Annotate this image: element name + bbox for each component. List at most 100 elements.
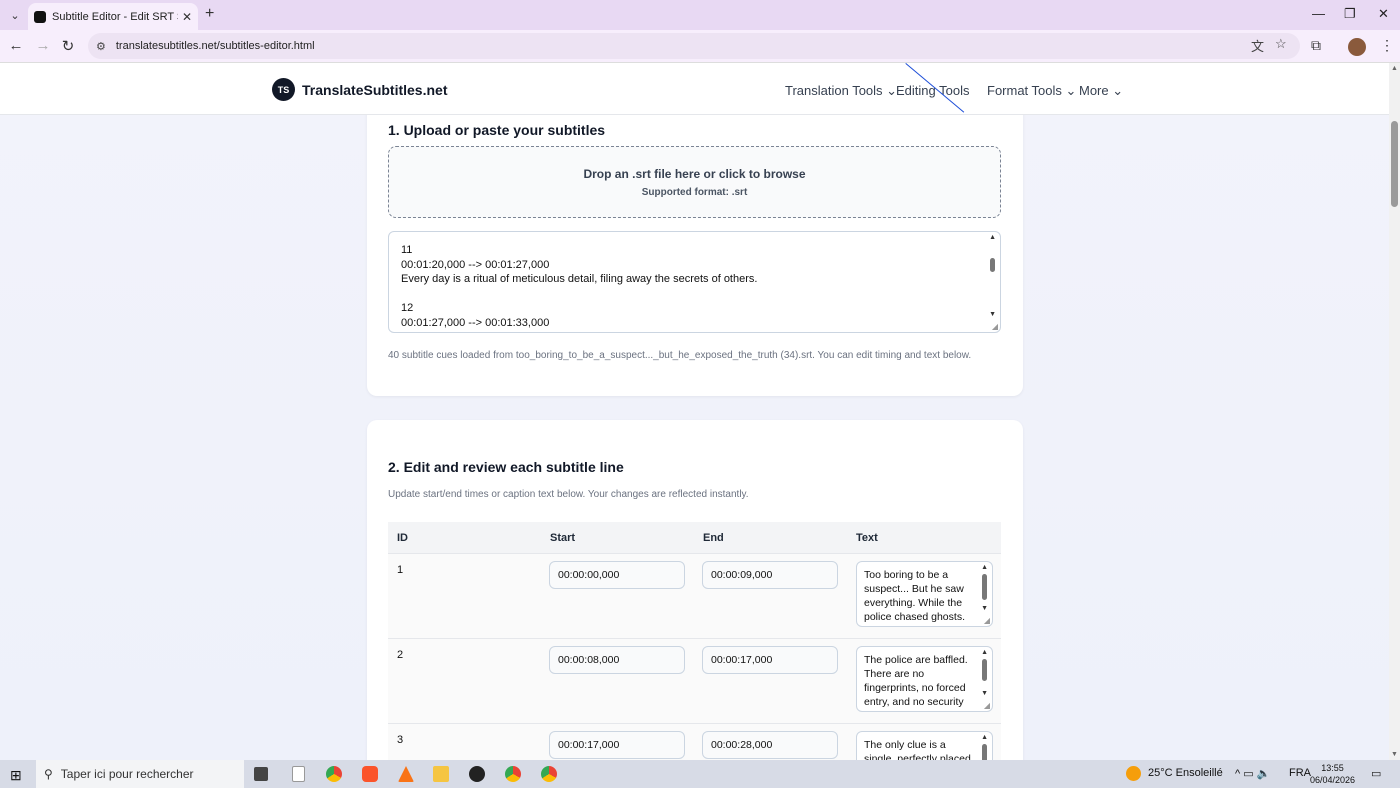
- caption-textarea[interactable]: Too boring to be a suspect... But he saw…: [856, 561, 993, 627]
- whatsapp-icon[interactable]: [469, 766, 485, 782]
- close-window-icon[interactable]: ✕: [1378, 6, 1389, 22]
- caption-scroll-thumb[interactable]: [982, 659, 987, 681]
- start-time-input[interactable]: [549, 731, 685, 759]
- page-viewport: TS TranslateSubtitles.net Translation To…: [0, 63, 1389, 760]
- page-scroll-down-icon[interactable]: ▼: [1391, 751, 1398, 758]
- scroll-down-icon[interactable]: ▼: [981, 690, 988, 697]
- end-time-input[interactable]: [702, 646, 838, 674]
- scroll-up-icon[interactable]: ▲: [981, 734, 988, 741]
- header-start: Start: [550, 532, 576, 544]
- header-text: Text: [856, 532, 878, 544]
- language-indicator[interactable]: FRA: [1289, 767, 1311, 779]
- clock-date: 06/04/2026: [1310, 775, 1356, 785]
- reload-icon[interactable]: ↻: [58, 37, 78, 55]
- srt-textarea[interactable]: 11 00:01:20,000 --> 00:01:27,000 Every d…: [388, 231, 1001, 333]
- srt-line: 12: [401, 302, 414, 315]
- resize-handle-icon[interactable]: ◢: [992, 322, 998, 331]
- caption-textarea[interactable]: The only clue is a single, perfectly pla…: [856, 731, 993, 760]
- resize-handle-icon[interactable]: ◢: [984, 616, 990, 625]
- row-id: 3: [397, 734, 404, 746]
- browser-tabstrip: ⌄ Subtitle Editor - Edit SRT Subtitles ✕…: [0, 0, 1400, 30]
- forward-icon[interactable]: →: [33, 37, 53, 54]
- weather-sun-icon[interactable]: [1126, 766, 1141, 781]
- scroll-up-icon[interactable]: ▲: [981, 564, 988, 571]
- site-info-icon[interactable]: ⚙: [96, 40, 106, 53]
- task-view-icon[interactable]: [254, 767, 268, 781]
- end-time-input[interactable]: [702, 561, 838, 589]
- chrome-profile-icon[interactable]: [505, 766, 521, 782]
- scroll-up-icon[interactable]: ▲: [981, 649, 988, 656]
- dropzone-label: Drop an .srt file here or click to brows…: [583, 167, 806, 181]
- editor-title: 2. Edit and review each subtitle line: [388, 459, 624, 475]
- clock-time: 13:55: [1321, 763, 1344, 773]
- url-text: translatesubtitles.net/subtitles-editor.…: [115, 40, 315, 52]
- start-time-input[interactable]: [549, 646, 685, 674]
- vlc-icon[interactable]: [398, 766, 414, 782]
- resize-handle-icon[interactable]: ◢: [984, 701, 990, 710]
- browser-toolbar: ← → ↻ ⚙ translatesubtitles.net/subtitles…: [0, 30, 1400, 63]
- nav-translation-tools[interactable]: Translation Tools ⌄: [785, 83, 897, 99]
- srt-line: 00:01:20,000 --> 00:01:27,000: [401, 258, 550, 271]
- weather-text[interactable]: 25°C Ensoleillé: [1148, 767, 1223, 779]
- back-icon[interactable]: ←: [6, 37, 26, 54]
- tray-icons[interactable]: ^ ▭ 🔈: [1235, 767, 1270, 780]
- taskbar-search[interactable]: ⚲ Taper ici pour rechercher: [36, 760, 244, 788]
- scroll-up-icon[interactable]: ▲: [989, 234, 996, 241]
- browser-menu-icon[interactable]: ⋮: [1380, 37, 1394, 54]
- caption-text: Too boring to be a suspect... But he saw…: [864, 569, 965, 623]
- new-tab-icon[interactable]: +: [205, 5, 214, 23]
- tab-search-icon[interactable]: ⌄: [6, 6, 24, 24]
- windows-start-icon[interactable]: ⊞: [10, 767, 22, 784]
- address-bar[interactable]: ⚙ translatesubtitles.net/subtitles-edito…: [88, 33, 1300, 59]
- profile-avatar[interactable]: [1348, 38, 1366, 56]
- end-time-input[interactable]: [702, 731, 838, 759]
- caption-scroll-thumb[interactable]: [982, 744, 987, 760]
- scroll-down-icon[interactable]: ▼: [981, 605, 988, 612]
- dropzone-format: Supported format: .srt: [641, 187, 748, 198]
- translate-icon[interactable]: 文: [1251, 36, 1264, 55]
- file-explorer-icon[interactable]: [433, 766, 449, 782]
- subtitle-table: ID Start End Text 1 Too boring to be a s…: [388, 522, 1001, 760]
- caption-scroll-thumb[interactable]: [982, 574, 987, 600]
- taskbar-search-placeholder: Taper ici pour rechercher: [60, 767, 194, 781]
- srt-line: 00:01:27,000 --> 00:01:33,000: [401, 316, 550, 329]
- nav-more[interactable]: More ⌄: [1079, 83, 1123, 99]
- notifications-icon[interactable]: ▭: [1371, 767, 1381, 780]
- page-scroll-up-icon[interactable]: ▲: [1391, 65, 1398, 72]
- header-end: End: [703, 532, 724, 544]
- minimize-icon[interactable]: —: [1312, 6, 1325, 21]
- chrome-icon[interactable]: [326, 766, 342, 782]
- site-header: TS TranslateSubtitles.net Translation To…: [0, 63, 1389, 115]
- upload-title: 1. Upload or paste your subtitles: [388, 122, 606, 138]
- search-icon: ⚲: [44, 767, 53, 781]
- restore-icon[interactable]: ❐: [1344, 6, 1356, 22]
- srt-scrollbar[interactable]: ▲ ▼: [988, 232, 997, 332]
- tab-close-icon[interactable]: ✕: [182, 10, 192, 24]
- taskbar-clock[interactable]: 13:55 06/04/2026: [1310, 762, 1355, 786]
- start-time-input[interactable]: [549, 561, 685, 589]
- notepad-icon[interactable]: [292, 766, 305, 782]
- editor-card: 2. Edit and review each subtitle line Up…: [367, 420, 1023, 760]
- caption-scrollbar[interactable]: ▲: [980, 732, 989, 760]
- extensions-icon[interactable]: ⧉: [1311, 37, 1321, 54]
- site-logo-icon[interactable]: TS: [272, 78, 295, 101]
- brave-icon[interactable]: [362, 766, 378, 782]
- row-id: 1: [397, 564, 404, 576]
- site-logo-text[interactable]: TranslateSubtitles.net: [302, 82, 447, 98]
- scroll-down-icon[interactable]: ▼: [989, 311, 996, 318]
- srt-line: Every day is a ritual of meticulous deta…: [401, 273, 758, 286]
- editor-subtitle: Update start/end times or caption text b…: [388, 489, 749, 500]
- srt-scroll-thumb[interactable]: [990, 258, 995, 272]
- table-row: 1 Too boring to be a suspect... But he s…: [388, 554, 1001, 639]
- bookmark-star-icon[interactable]: ☆: [1275, 36, 1287, 52]
- page-scroll-thumb[interactable]: [1391, 121, 1398, 207]
- caption-textarea[interactable]: The police are baffled. There are no fin…: [856, 646, 993, 712]
- file-dropzone[interactable]: Drop an .srt file here or click to brows…: [388, 146, 1001, 218]
- caption-text: The only clue is a single, perfectly pla…: [864, 739, 971, 760]
- nav-format-tools[interactable]: Format Tools ⌄: [987, 83, 1076, 99]
- srt-line: 11: [401, 244, 413, 256]
- chrome-active-icon[interactable]: [541, 766, 557, 782]
- table-row: 3 The only clue is a single, perfectly p…: [388, 724, 1001, 760]
- page-scrollbar[interactable]: ▲ ▼: [1389, 63, 1400, 760]
- browser-tab-active[interactable]: Subtitle Editor - Edit SRT Subtitles ✕: [28, 3, 198, 30]
